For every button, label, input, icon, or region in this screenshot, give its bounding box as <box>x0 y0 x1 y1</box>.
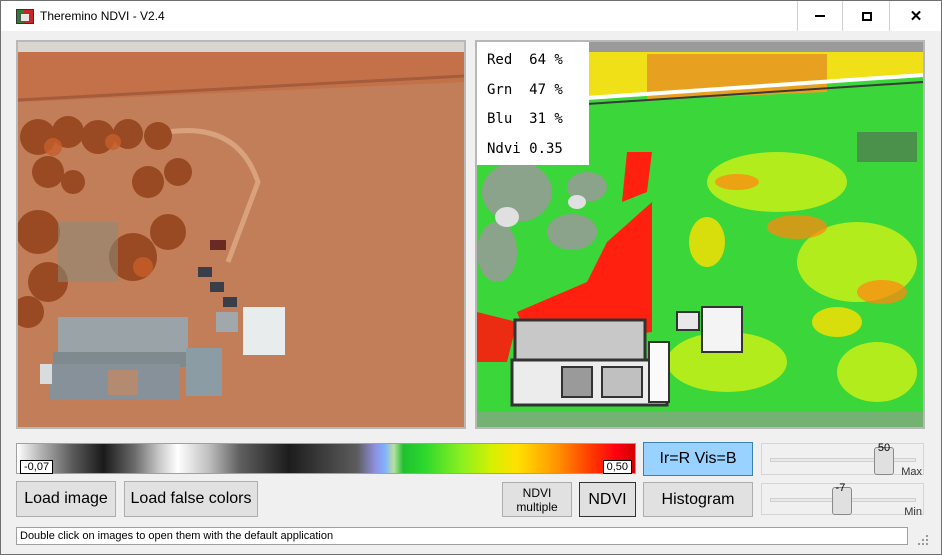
green-readout: Grn 47 % <box>487 81 563 98</box>
minimize-button[interactable] <box>797 1 843 31</box>
load-image-button[interactable]: Load image <box>16 481 116 517</box>
ndvi-multiple-button[interactable]: NDVI multiple <box>502 482 572 517</box>
minimize-icon <box>815 15 825 17</box>
source-image-panel[interactable] <box>16 40 466 429</box>
window-title: Theremino NDVI - V2.4 <box>40 9 165 23</box>
app-icon <box>16 9 34 24</box>
color-palette-bar[interactable]: -0,07 0,50 <box>16 443 636 474</box>
load-false-colors-button[interactable]: Load false colors <box>124 481 258 517</box>
max-slider-track <box>770 458 916 462</box>
source-aerial-image <box>18 42 464 427</box>
red-readout: Red 64 % <box>487 52 563 68</box>
close-icon: ✕ <box>909 7 923 25</box>
palette-max-label: 0,50 <box>602 460 632 474</box>
status-bar: Double click on images to open them with… <box>16 527 908 545</box>
pixel-readout-box: Red 64 % Grn 47 % Blu 31 % Ndvi 0.35 <box>477 42 589 165</box>
title-bar: Theremino NDVI - V2.4 ✕ <box>0 0 942 31</box>
maximize-icon <box>861 11 872 21</box>
ndvi-multiple-line1: NDVI <box>522 485 552 500</box>
ndvi-multiple-line2: multiple <box>516 499 558 514</box>
max-slider-label: Max <box>901 466 922 478</box>
resize-grip-icon[interactable] <box>911 532 931 550</box>
maximize-button[interactable] <box>844 1 890 31</box>
blue-readout: Blu 31 % <box>487 111 563 127</box>
histogram-button[interactable]: Histogram <box>643 482 753 517</box>
ir-vis-mode-button[interactable]: Ir=R Vis=B <box>643 442 753 476</box>
min-slider-value: -7 <box>835 482 846 494</box>
palette-min-label: -0,07 <box>20 460 54 474</box>
ndvi-button[interactable]: NDVI <box>579 482 636 517</box>
close-button[interactable]: ✕ <box>890 1 942 31</box>
min-slider-label: Min <box>904 506 922 518</box>
max-slider[interactable]: 50 Max <box>761 442 924 478</box>
ndvi-readout: Ndvi 0.35 <box>487 140 563 157</box>
max-slider-value: 50 <box>877 442 891 454</box>
min-slider[interactable]: -7 Min <box>761 482 924 518</box>
